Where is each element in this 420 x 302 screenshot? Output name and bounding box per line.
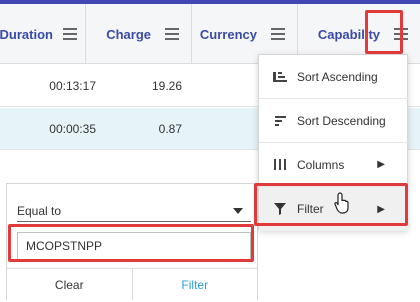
menu-item-label: Sort Ascending xyxy=(297,69,378,84)
column-context-menu: Sort Ascending Sort Descending Columns ▶… xyxy=(258,54,409,231)
menu-item-label: Sort Descending xyxy=(297,113,386,128)
filter-icon xyxy=(269,203,291,215)
sort-descending-icon xyxy=(269,115,291,127)
column-header-label: Currency xyxy=(199,26,257,42)
column-menu-icon[interactable] xyxy=(390,23,412,45)
charge-cell: 19.26 xyxy=(151,79,182,93)
column-header-duration[interactable]: Duration xyxy=(0,4,86,64)
column-header-label: Capability xyxy=(317,26,380,42)
charge-cell: 0.87 xyxy=(158,122,182,136)
menu-item-label: Filter xyxy=(297,202,324,216)
columns-icon xyxy=(269,159,291,170)
clear-button[interactable]: Clear xyxy=(7,269,133,300)
filter-button[interactable]: Filter xyxy=(132,269,257,300)
filter-value-input[interactable] xyxy=(17,232,251,260)
chevron-down-icon xyxy=(233,208,243,214)
column-header-label: Duration xyxy=(0,26,53,42)
filter-panel: Equal to Clear Filter xyxy=(6,183,258,300)
filter-operator-select[interactable]: Equal to xyxy=(17,200,251,222)
column-menu-icon[interactable] xyxy=(267,23,289,45)
column-menu-icon[interactable] xyxy=(63,23,77,45)
submenu-arrow-icon: ▶ xyxy=(377,203,385,215)
column-header-label: Charge xyxy=(106,26,151,42)
sort-ascending-icon xyxy=(269,71,291,83)
column-header-charge[interactable]: Charge xyxy=(86,4,192,64)
filter-operator-value: Equal to xyxy=(17,203,62,218)
menu-item-sort-ascending[interactable]: Sort Ascending xyxy=(259,55,409,99)
column-menu-icon[interactable] xyxy=(161,23,183,45)
menu-item-columns[interactable]: Columns ▶ xyxy=(259,143,409,187)
filter-actions: Clear Filter xyxy=(7,268,257,300)
submenu-arrow-icon: ▶ xyxy=(377,159,385,170)
menu-item-label: Columns xyxy=(297,157,345,172)
hand-cursor-icon xyxy=(334,192,349,214)
menu-item-sort-descending[interactable]: Sort Descending xyxy=(259,99,409,143)
